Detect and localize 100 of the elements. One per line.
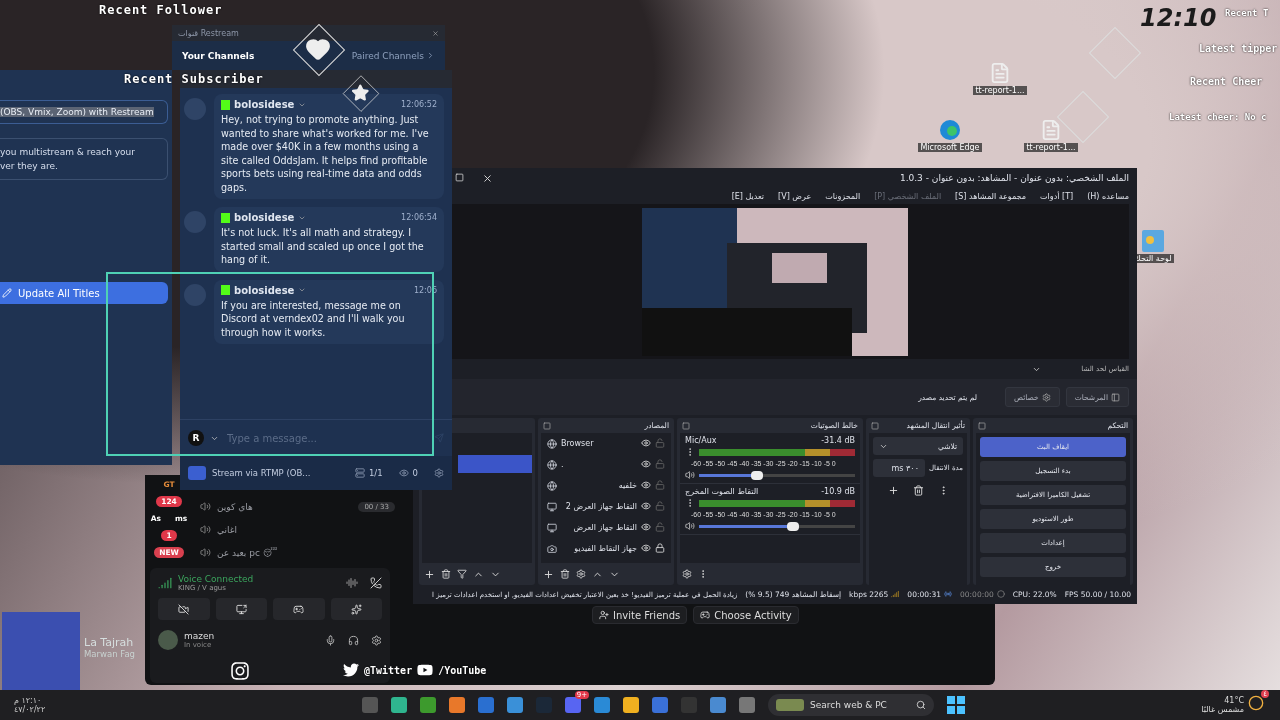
undock-icon[interactable] <box>543 421 551 430</box>
globe-icon <box>547 480 557 491</box>
speaker-icon <box>200 501 211 512</box>
trash-icon[interactable] <box>560 569 570 579</box>
icon-label: tt-report-1... <box>973 86 1027 95</box>
maximize-icon[interactable] <box>455 172 464 182</box>
eye-icon <box>398 468 409 478</box>
source-item[interactable]: Browser <box>541 433 671 454</box>
recent-tip-label: Recent T <box>1225 8 1269 18</box>
add-user-icon <box>599 610 609 620</box>
activity-button[interactable] <box>273 598 325 620</box>
undock-icon[interactable] <box>682 421 690 430</box>
source-item[interactable]: خلفيه <box>541 475 671 496</box>
eye-icon[interactable] <box>641 521 651 532</box>
gamepad-icon <box>293 603 305 615</box>
pencil-icon <box>2 288 12 298</box>
settings-icon[interactable] <box>371 634 382 646</box>
volume-slider[interactable] <box>699 524 855 528</box>
volume-thumb[interactable] <box>750 470 763 480</box>
camera-off-button[interactable] <box>158 598 210 620</box>
document-icon <box>1040 119 1062 141</box>
title-field[interactable]: (OBS, Vmix, Zoom) with Restream <box>0 100 168 124</box>
menu-item[interactable]: تعديل [E] <box>731 191 765 201</box>
trash-icon[interactable] <box>441 569 451 579</box>
globe-icon <box>547 459 557 470</box>
eye-icon[interactable] <box>641 500 651 511</box>
channel-reading: -10.9 dB <box>821 487 855 496</box>
globe-icon <box>547 438 557 449</box>
eye-icon[interactable] <box>641 437 651 448</box>
trash-icon[interactable] <box>912 485 924 496</box>
monitor-icon <box>547 522 557 533</box>
screen-share-button[interactable] <box>215 598 267 620</box>
weather-text: مشمس غالبًا <box>1201 705 1244 714</box>
twitter-icon <box>343 662 359 678</box>
search-field[interactable]: Search web & PC <box>768 694 934 716</box>
server-icon <box>354 468 365 478</box>
user-name: mazen <box>184 631 215 641</box>
taskbar-time: ١٢:١٠ م <box>14 696 42 705</box>
settings-icon[interactable] <box>434 468 444 478</box>
volume-icon[interactable] <box>685 470 695 480</box>
voice-channel-name[interactable]: هاي كوين <box>217 501 253 512</box>
song-artist: Marwan Fag <box>84 649 135 659</box>
signal-icon <box>891 590 900 598</box>
platform-logo-icon <box>221 285 230 295</box>
voice-channel-name[interactable]: اغاني <box>217 524 237 535</box>
lock-icon[interactable] <box>655 542 665 553</box>
eye-icon[interactable] <box>641 479 651 490</box>
eye-icon[interactable] <box>641 458 651 469</box>
youtube-handle: /YouTube <box>438 664 487 676</box>
volume-slider[interactable] <box>699 473 855 477</box>
user-avatar <box>158 630 178 650</box>
channel-name: التقاط الصوت المخرج <box>685 487 759 496</box>
stream-logo-icon <box>188 466 206 480</box>
close-icon[interactable] <box>482 172 493 184</box>
undock-icon[interactable] <box>978 421 986 430</box>
microphone-icon[interactable] <box>325 634 336 646</box>
advanced-audio-icon[interactable] <box>682 569 692 579</box>
source-item[interactable]: جهاز التقاط الفيديو <box>541 538 671 559</box>
undock-icon[interactable] <box>871 421 879 430</box>
record-icon <box>996 590 1005 598</box>
voice-channel-name[interactable]: بعيد عن pc 😴 <box>217 547 278 558</box>
document-icon <box>989 62 1011 84</box>
menu-item[interactable]: مجموعة المشاهد [S] <box>955 191 1027 201</box>
headphones-icon[interactable] <box>348 634 359 646</box>
start-icon[interactable] <box>947 696 965 714</box>
menu-item[interactable]: المحزونات <box>825 191 861 201</box>
twitter-handle: @Twitter <box>364 664 413 676</box>
source-item[interactable]: . <box>541 454 671 475</box>
menu-item[interactable]: [T] أدوات <box>1040 191 1074 201</box>
update-titles-button[interactable]: Update All Titles <box>0 282 168 304</box>
add-icon[interactable] <box>543 568 554 580</box>
add-icon[interactable] <box>424 568 435 580</box>
recent-follower-label: Recent Follower <box>99 3 223 17</box>
source-item[interactable]: التقاط جهاز العرض <box>541 517 671 538</box>
source-item[interactable]: التقاط جهاز العرض 2 <box>541 496 671 517</box>
volume-icon[interactable] <box>685 521 695 531</box>
disconnect-icon[interactable] <box>370 577 382 589</box>
instagram-icon <box>230 661 250 681</box>
monitor-icon <box>547 501 557 512</box>
chevron-icon <box>298 286 307 294</box>
paired-channels-link[interactable]: Paired Channels <box>351 50 435 61</box>
user-name: bolosidese <box>234 284 295 296</box>
choose-activity-button[interactable]: Choose Activity <box>693 606 799 624</box>
description-text: you multistream & reach your ver they are. <box>0 138 168 180</box>
screen-share-icon <box>235 603 247 615</box>
invite-friends-button[interactable]: Invite Friends <box>592 606 688 624</box>
noise-suppression-icon[interactable] <box>346 577 358 589</box>
add-icon[interactable] <box>887 485 899 496</box>
song-title: La Tajrah <box>84 636 135 649</box>
volume-thumb[interactable] <box>786 521 799 531</box>
sender-avatar[interactable]: R <box>188 430 204 446</box>
soundboard-button[interactable] <box>330 598 382 620</box>
eye-icon[interactable] <box>641 542 651 553</box>
gear-icon <box>1041 392 1051 402</box>
your-channels-tab[interactable]: Your Channels <box>182 50 255 61</box>
recent-cheer-label: Recent Cheer <box>1190 76 1263 87</box>
menu-item[interactable]: عرض [V] <box>778 191 812 201</box>
filter-icon[interactable] <box>457 569 467 579</box>
menu-item[interactable]: مساعده (H) <box>1087 191 1129 201</box>
duration-field[interactable]: ٣٠٠ ms <box>873 459 925 477</box>
